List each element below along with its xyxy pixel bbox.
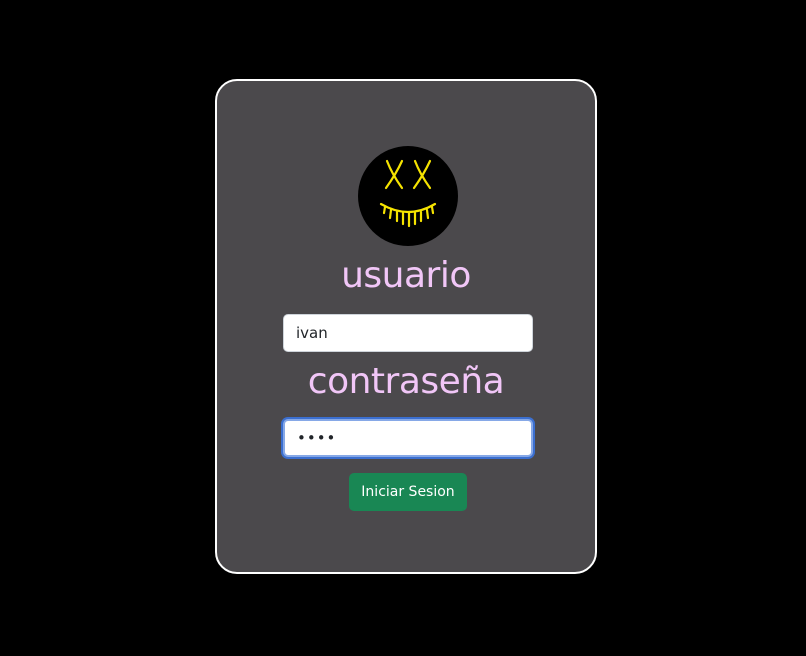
login-card: usuario contraseña Iniciar Sesion bbox=[215, 79, 597, 574]
password-input[interactable] bbox=[283, 419, 533, 457]
glowing-mask-icon bbox=[379, 159, 437, 228]
login-button[interactable]: Iniciar Sesion bbox=[349, 473, 467, 511]
avatar bbox=[358, 146, 458, 246]
password-label: contraseña bbox=[307, 361, 505, 402]
username-label: usuario bbox=[341, 255, 471, 296]
username-input[interactable] bbox=[283, 314, 533, 352]
